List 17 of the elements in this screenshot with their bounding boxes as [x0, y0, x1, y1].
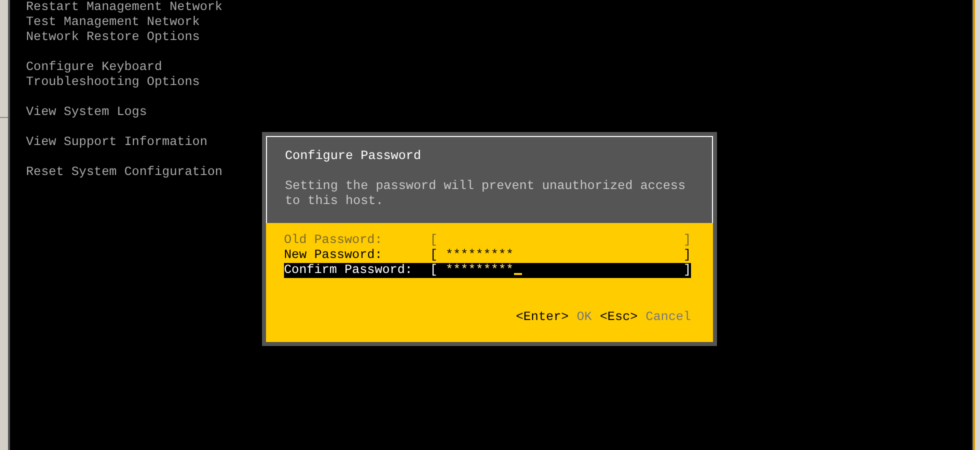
dialog-action[interactable]: <Enter> OK	[516, 310, 592, 325]
dialog-title: Configure Password	[285, 149, 422, 164]
menu-item[interactable]: View Support Information	[26, 135, 208, 150]
menu-item[interactable]: Configure Keyboard	[26, 60, 162, 75]
menu-item[interactable]: Network Restore Options	[26, 30, 200, 45]
menu-item[interactable]: Restart Management Network	[26, 0, 222, 15]
dialog-description: Setting the password will prevent unauthorized access to this host.	[285, 179, 687, 209]
dialog-action[interactable]: <Esc> Cancel	[600, 310, 691, 325]
password-field[interactable]: [ ********* ]	[430, 248, 691, 263]
field-label: New Password:	[284, 248, 384, 263]
menu-item[interactable]: Reset System Configuration	[26, 165, 222, 180]
menu-item[interactable]: Troubleshooting Options	[26, 75, 200, 90]
menu-item[interactable]: Test Management Network	[26, 15, 200, 30]
field-label: Old Password:	[284, 233, 384, 248]
field-label: Confirm Password:	[284, 263, 414, 278]
menu-item[interactable]: View System Logs	[26, 105, 147, 120]
password-field[interactable]: [ ********* ]	[430, 263, 691, 278]
